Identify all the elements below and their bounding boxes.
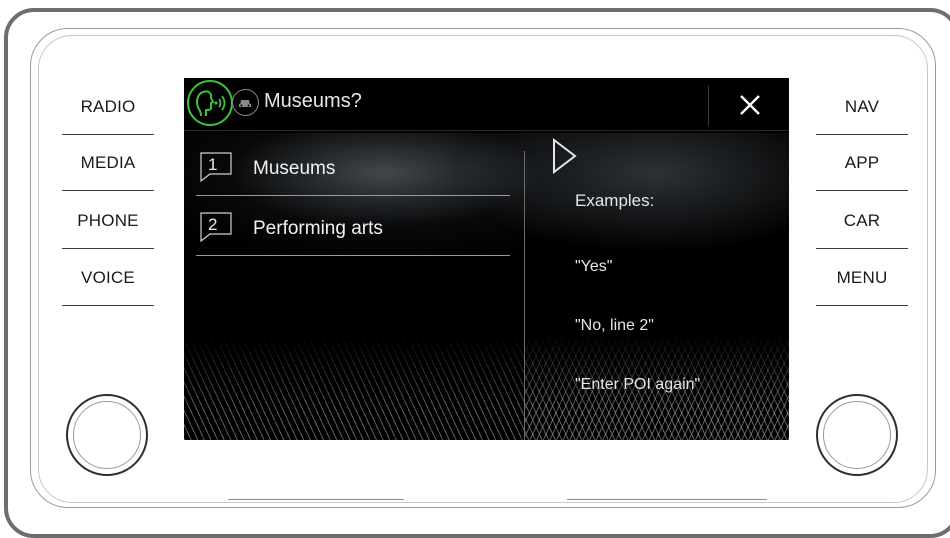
nav-button[interactable]: NAV [816, 79, 908, 135]
menu-button[interactable]: MENU [816, 250, 908, 306]
radio-button[interactable]: RADIO [62, 79, 154, 135]
close-icon [740, 95, 760, 115]
list-separator [196, 255, 510, 256]
header-separator [184, 130, 789, 131]
volume-knob[interactable] [66, 394, 148, 476]
media-button[interactable]: MEDIA [62, 135, 154, 191]
example-phrase: "Enter POI again" [575, 376, 701, 393]
play-arrow-icon[interactable] [552, 138, 578, 174]
phone-button[interactable]: PHONE [62, 193, 154, 249]
navigation-car-icon [232, 89, 259, 116]
example-phrase: "Yes" [575, 258, 613, 275]
list-separator [196, 195, 510, 196]
list-item-label: Museums [253, 158, 336, 179]
header-divider [708, 86, 709, 126]
bezel-bottom-line-right [567, 499, 767, 500]
tune-knob[interactable] [816, 394, 898, 476]
examples-title: Examples: [575, 191, 655, 210]
panel-divider [524, 151, 525, 440]
close-button[interactable] [730, 86, 770, 124]
page-title: Museums? [264, 90, 362, 112]
list-item-number: 1 [208, 155, 218, 174]
car-button[interactable]: CAR [816, 193, 908, 249]
voice-button[interactable]: VOICE [62, 250, 154, 306]
bezel-bottom-line-left [228, 499, 404, 500]
list-item-performing-arts[interactable]: 2 Performing arts [196, 198, 510, 256]
app-button[interactable]: APP [816, 135, 908, 191]
list-item-number: 2 [208, 215, 218, 234]
list-item-label: Performing arts [253, 218, 383, 239]
voice-control-icon[interactable] [187, 80, 233, 126]
list-item-museums[interactable]: 1 Museums [196, 138, 510, 196]
screen-header: Museums? [184, 78, 789, 130]
example-phrase: "No, line 2" [575, 317, 654, 334]
infotainment-screen: Museums? 1 Museums 2 Performing arts Exa… [184, 78, 789, 440]
